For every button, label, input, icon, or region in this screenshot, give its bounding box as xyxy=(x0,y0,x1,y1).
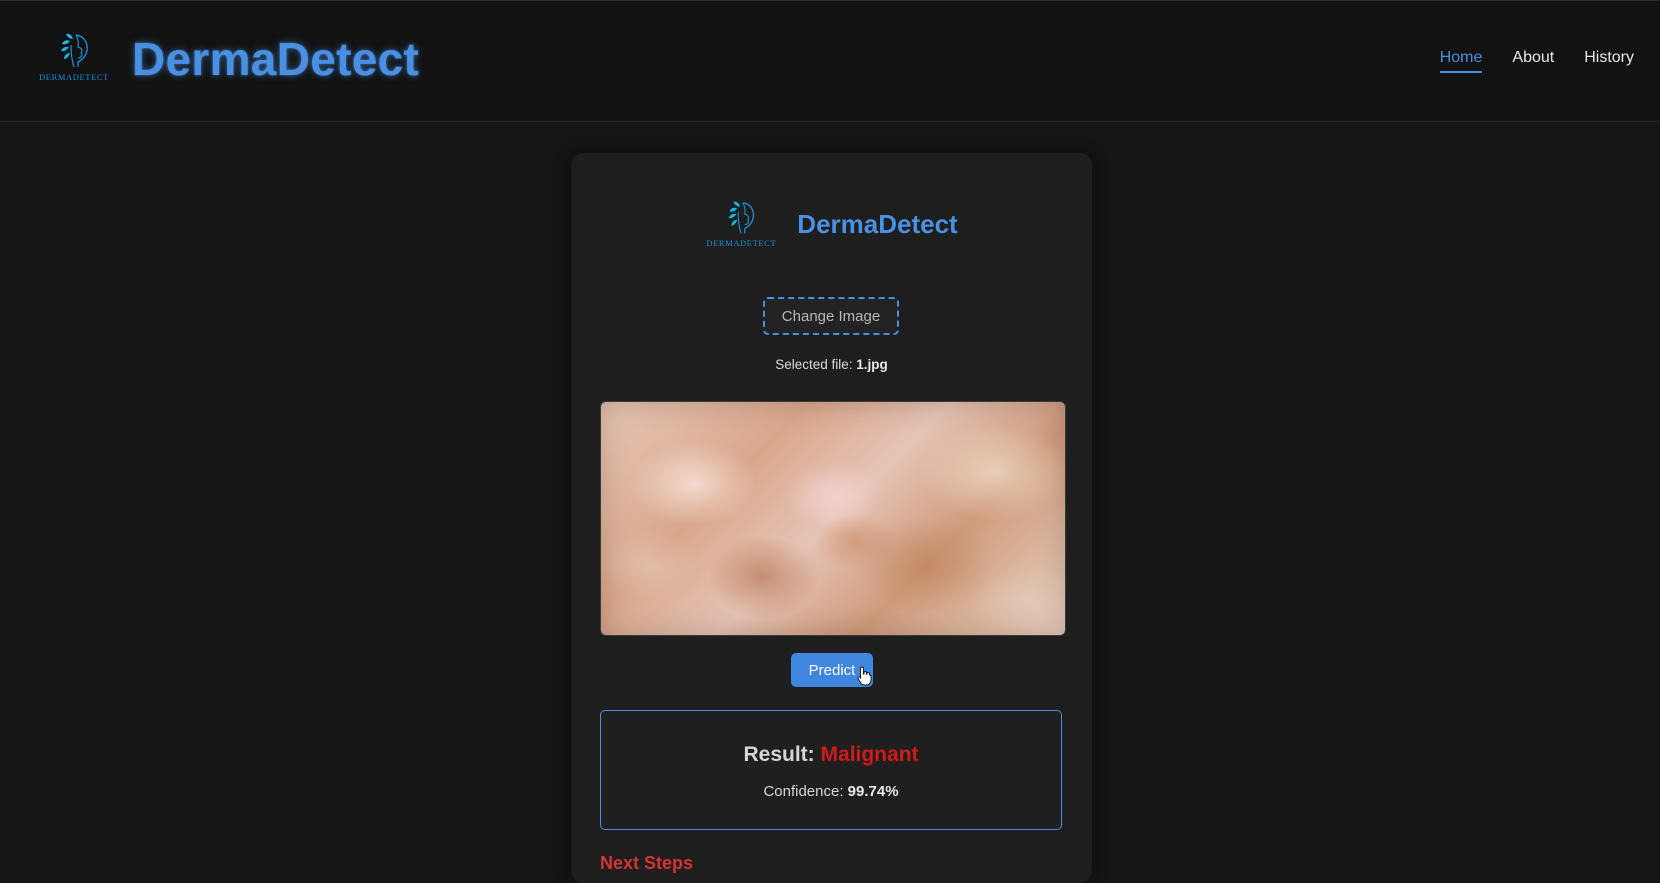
result-line: Result: Malignant xyxy=(601,743,1061,767)
main-nav: Home About History xyxy=(1439,49,1634,73)
result-panel: Result: Malignant Confidence: 99.74% xyxy=(600,710,1062,830)
site-title[interactable]: DermaDetect xyxy=(132,32,419,86)
face-leaf-logo-icon xyxy=(728,201,755,234)
top-navbar: DERMADETECT DermaDetect Home About Histo… xyxy=(0,0,1660,122)
result-label: Result: xyxy=(743,743,815,766)
selected-file-name: 1.jpg xyxy=(856,357,888,372)
brand[interactable]: DERMADETECT DermaDetect xyxy=(38,31,419,87)
nav-about[interactable]: About xyxy=(1512,49,1554,73)
result-value: Malignant xyxy=(820,743,919,766)
dermadetect-logo: DERMADETECT xyxy=(38,31,110,87)
hand-pointer-cursor-icon xyxy=(857,666,872,686)
card-logo-wordmark: DERMADETECT xyxy=(706,238,777,248)
change-image-button[interactable]: Change Image xyxy=(763,297,899,335)
next-steps-heading: Next Steps xyxy=(600,853,694,873)
confidence-label: Confidence: xyxy=(763,783,844,800)
card-logo: DERMADETECT xyxy=(705,199,777,249)
nav-history[interactable]: History xyxy=(1584,49,1634,73)
prediction-card: DERMADETECT DermaDetect Change Image Sel… xyxy=(571,153,1092,883)
card-title: DermaDetect xyxy=(797,208,958,239)
confidence-value: 99.74% xyxy=(847,783,899,800)
logo-wordmark: DERMADETECT xyxy=(39,72,109,82)
nav-home[interactable]: Home xyxy=(1439,49,1483,73)
card-header: DERMADETECT DermaDetect xyxy=(571,199,1092,249)
confidence-line: Confidence: 99.74% xyxy=(601,783,1061,800)
selected-file-info: Selected file: 1.jpg xyxy=(571,357,1092,372)
selected-file-label: Selected file: xyxy=(775,357,853,372)
image-preview xyxy=(600,401,1066,636)
face-leaf-logo-icon xyxy=(61,33,88,68)
